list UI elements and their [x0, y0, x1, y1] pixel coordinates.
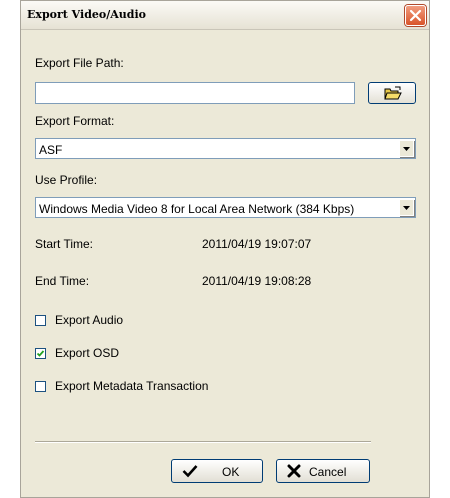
cancel-button[interactable]: Cancel	[276, 459, 370, 483]
export-audio-checkbox[interactable]	[35, 315, 46, 326]
use-profile-select[interactable]: Windows Media Video 8 for Local Area Net…	[35, 197, 416, 218]
export-osd-checkbox[interactable]	[35, 348, 46, 359]
export-dialog: Export Video/Audio Export File Path: Exp…	[20, 0, 430, 498]
end-time-value: 2011/04/19 19:08:28	[202, 274, 312, 288]
export-file-path-input[interactable]	[35, 82, 355, 104]
use-profile-value: Windows Media Video 8 for Local Area Net…	[39, 202, 355, 216]
close-button[interactable]	[405, 5, 426, 26]
export-metadata-label: Export Metadata Transaction	[55, 379, 209, 393]
export-audio-label: Export Audio	[55, 313, 124, 327]
divider	[35, 441, 371, 443]
dropdown-arrow-button[interactable]	[399, 199, 414, 216]
export-file-path-label: Export File Path:	[35, 56, 124, 70]
export-metadata-checkbox[interactable]	[35, 381, 46, 392]
start-time-value: 2011/04/19 19:07:07	[202, 237, 312, 251]
browse-button[interactable]	[368, 82, 416, 104]
checkmark-icon	[182, 465, 198, 478]
close-icon	[409, 9, 422, 22]
start-time-label: Start Time:	[35, 237, 94, 251]
cancel-label: Cancel	[309, 465, 347, 479]
window-title: Export Video/Audio	[27, 8, 146, 21]
end-time-label: End Time:	[35, 274, 90, 288]
use-profile-label: Use Profile:	[35, 173, 98, 187]
chevron-down-icon	[403, 147, 410, 151]
export-osd-label: Export OSD	[55, 346, 120, 360]
title-bar[interactable]: Export Video/Audio	[21, 1, 429, 30]
export-format-label: Export Format:	[35, 114, 115, 128]
x-cross-icon	[287, 464, 301, 478]
export-format-value: ASF	[39, 143, 63, 157]
chevron-down-icon	[403, 206, 410, 210]
checkmark-icon	[36, 350, 45, 357]
ok-label: OK	[222, 465, 240, 479]
dropdown-arrow-button[interactable]	[399, 140, 414, 157]
export-format-select[interactable]: ASF	[35, 138, 416, 159]
ok-button[interactable]: OK	[171, 459, 263, 483]
folder-open-icon	[384, 86, 402, 100]
